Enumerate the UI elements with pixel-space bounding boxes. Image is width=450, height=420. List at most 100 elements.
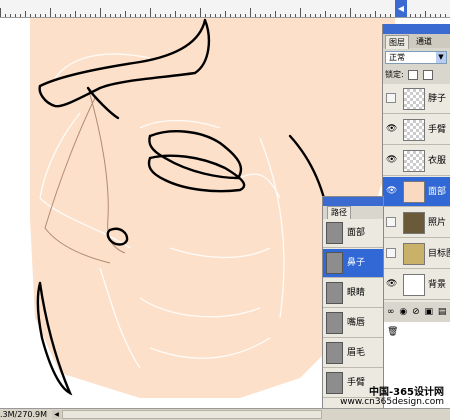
- ruler-tick: [90, 14, 91, 17]
- layer-row[interactable]: 照片: [383, 208, 450, 238]
- lock-row: 锁定:: [385, 69, 449, 81]
- ruler-tick: [330, 14, 331, 17]
- layer-row[interactable]: 👁 衣服: [383, 146, 450, 176]
- layer-row[interactable]: 👁 面部: [383, 177, 450, 207]
- ruler-tick: [260, 14, 261, 17]
- ruler-tick: [220, 14, 221, 17]
- path-row[interactable]: 眉毛: [323, 339, 383, 368]
- path-name: 鼻子: [347, 258, 366, 268]
- layers-panel-toolbar[interactable]: ∞ ◉ ⊘ ▣ ▤ 🗑: [383, 302, 450, 337]
- tab-paths[interactable]: 路径: [327, 206, 351, 219]
- ruler-tick: [285, 14, 286, 17]
- chevron-down-icon[interactable]: ▼: [436, 52, 446, 63]
- path-row[interactable]: 眼睛: [323, 279, 383, 308]
- ruler-tick: [365, 14, 366, 17]
- ruler-tick: [175, 11, 176, 17]
- tab-layers[interactable]: 图层: [385, 35, 409, 49]
- layer-row[interactable]: 👁 背景: [383, 270, 450, 300]
- horizontal-ruler: [0, 0, 450, 18]
- ruler-tick: [305, 14, 306, 17]
- ruler-tick: [160, 14, 161, 17]
- ruler-tick: [195, 14, 196, 17]
- eye-icon[interactable]: 👁: [386, 155, 397, 166]
- blend-mode-select[interactable]: 正常 ▼: [385, 51, 447, 64]
- ruler-tick: [355, 14, 356, 17]
- ruler-tick: [435, 14, 436, 17]
- ruler-tick: [380, 14, 381, 17]
- ruler-tick: [125, 11, 126, 17]
- ruler-tick: [295, 14, 296, 17]
- path-row[interactable]: 鼻子: [323, 249, 383, 278]
- ruler-tick: [120, 14, 121, 17]
- ruler-tick: [440, 14, 441, 17]
- path-row[interactable]: 嘴唇: [323, 309, 383, 338]
- watermark-url: www.cn365design.com: [340, 397, 444, 407]
- path-row[interactable]: 面部: [323, 219, 383, 248]
- visibility-toggle-box[interactable]: [386, 217, 396, 227]
- path-thumbnail: [326, 312, 343, 334]
- visibility-toggle-box[interactable]: [386, 248, 396, 258]
- ruler-tick: [130, 14, 131, 17]
- path-thumbnail: [326, 342, 343, 364]
- horizontal-scrollbar[interactable]: [62, 410, 322, 419]
- ruler-tick: [115, 14, 116, 17]
- paths-panel-titlebar[interactable]: [323, 197, 383, 206]
- ruler-tick: [325, 11, 326, 17]
- path-thumbnail: [326, 222, 343, 244]
- ruler-tick: [255, 14, 256, 17]
- layers-panel-titlebar[interactable]: [383, 24, 450, 34]
- ruler-tick: [250, 8, 251, 17]
- ruler-tick: [50, 8, 51, 17]
- layers-tab-row: 图层 通道: [383, 34, 450, 49]
- lock-transparency-icon[interactable]: [408, 69, 419, 80]
- tab-channels[interactable]: 通道: [413, 35, 435, 48]
- eye-icon[interactable]: 👁: [386, 124, 397, 135]
- ruler-tick: [275, 11, 276, 17]
- paths-panel: 路径 面部鼻子眼睛 嘴唇 眉毛手臂: [322, 196, 384, 409]
- layer-row[interactable]: 目标图: [383, 239, 450, 269]
- ruler-tick: [240, 14, 241, 17]
- ruler-tick: [300, 8, 301, 17]
- scroll-left-arrow[interactable]: ◀: [52, 410, 61, 419]
- ruler-tick: [5, 14, 6, 17]
- ruler-tick: [420, 14, 421, 17]
- path-name: 面部: [347, 228, 366, 238]
- ruler-tick: [170, 14, 171, 17]
- ruler-tick: [270, 14, 271, 17]
- layer-list: 脖子 👁 手臂 👁 衣服 👁 面部照片目标图 👁 背景: [383, 84, 450, 302]
- ruler-tick: [180, 14, 181, 17]
- path-name: 手臂: [347, 378, 366, 388]
- ruler-tick: [20, 14, 21, 17]
- ruler-tick: [375, 11, 376, 17]
- layer-thumbnail: [403, 88, 425, 110]
- path-list: 面部鼻子眼睛 嘴唇 眉毛手臂: [323, 219, 383, 409]
- layer-row[interactable]: 👁 手臂: [383, 115, 450, 145]
- ruler-tick: [165, 14, 166, 17]
- ruler-tick: [150, 8, 151, 17]
- ruler-tick: [140, 14, 141, 17]
- ruler-tick: [205, 14, 206, 17]
- ruler-tick: [385, 14, 386, 17]
- document-size: .3M/270.9M: [0, 410, 48, 419]
- visibility-toggle-box[interactable]: [386, 93, 396, 103]
- ruler-tick: [25, 11, 26, 17]
- ruler-tick: [95, 14, 96, 17]
- ruler-tick: [30, 14, 31, 17]
- ruler-tick: [415, 14, 416, 17]
- lock-brush-icon[interactable]: [422, 69, 433, 80]
- ruler-tick: [200, 8, 201, 17]
- layer-row[interactable]: 脖子: [383, 84, 450, 114]
- ruler-tick: [235, 14, 236, 17]
- ruler-tick: [320, 14, 321, 17]
- ruler-tick: [335, 14, 336, 17]
- layer-thumbnail: [403, 243, 425, 265]
- eye-icon[interactable]: 👁: [386, 186, 397, 197]
- ruler-tick: [425, 11, 426, 17]
- status-bar: .3M/270.9M ◀: [0, 408, 450, 420]
- ruler-tick: [0, 8, 1, 17]
- eye-icon[interactable]: 👁: [386, 279, 397, 290]
- layer-thumbnail: [403, 150, 425, 172]
- blend-mode-value: 正常: [389, 53, 405, 62]
- panel-collapse-button[interactable]: ◀: [395, 0, 407, 17]
- ruler-tick: [410, 14, 411, 17]
